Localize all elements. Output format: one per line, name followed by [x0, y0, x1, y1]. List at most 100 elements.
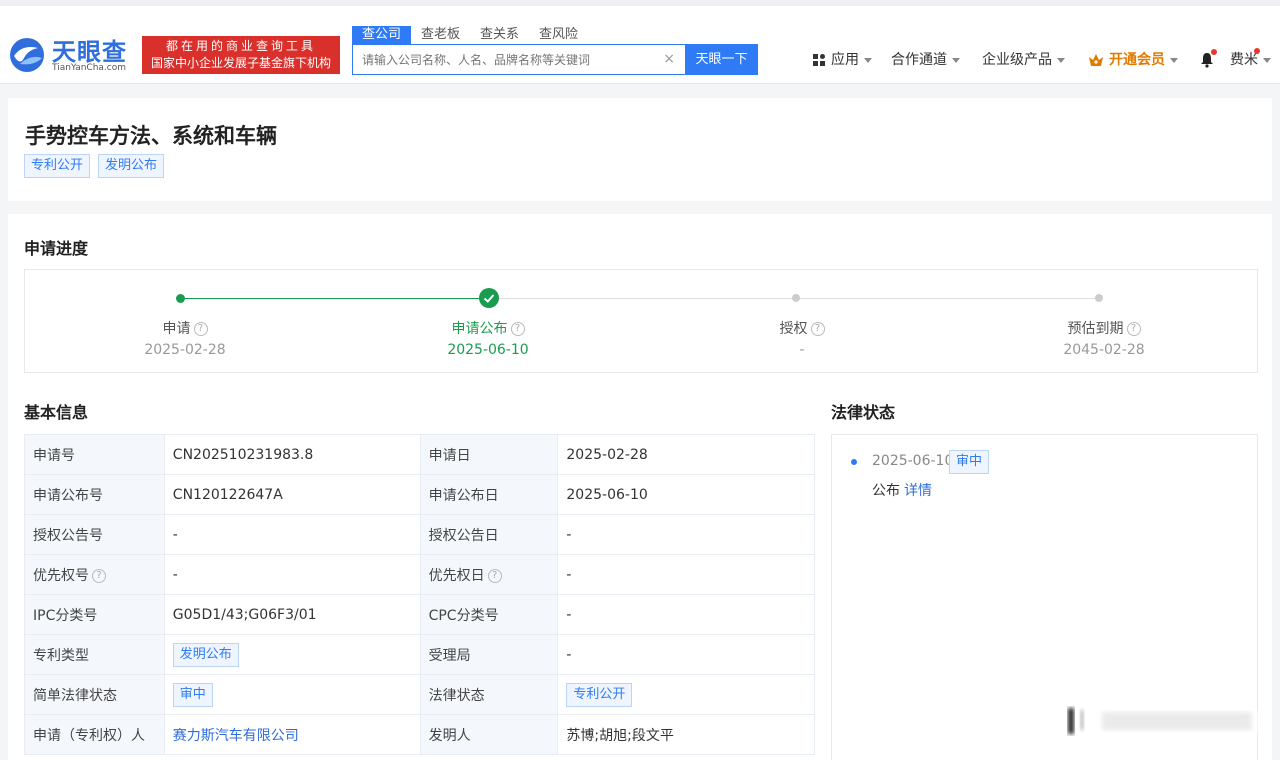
bell-icon — [1200, 49, 1217, 68]
field-label: 授权公告日 — [419, 514, 559, 555]
slogan-banner: 都在用的商业查询工具 国家中小企业发展子基金旗下机构 — [142, 36, 340, 74]
help-icon[interactable]: ? — [193, 322, 208, 336]
table-row: 简单法律状态 审中 法律状态 专利公开 — [24, 674, 815, 715]
user-menu[interactable]: 费米 — [1230, 50, 1271, 70]
cpc-class: - — [557, 594, 815, 635]
nav-apps-label: 应用 — [831, 52, 859, 68]
slogan-line-1: 都在用的商业查询工具 — [165, 39, 316, 53]
legal-status-badge: 审中 — [949, 450, 990, 474]
step-publish-date: 2025-06-10 — [447, 342, 529, 358]
field-label: IPC分类号 — [24, 594, 165, 635]
field-label: 申请公布号 — [24, 474, 165, 515]
nav-enterprise-label: 企业级产品 — [982, 52, 1052, 68]
apps-grid-icon — [813, 53, 826, 67]
title-tags: 专利公开 发明公布 — [24, 154, 165, 178]
main-card: 申请进度 申请? 2025-02-28 申请公布? 2025-06-10 授权?… — [8, 214, 1272, 760]
search-input[interactable] — [353, 45, 653, 74]
priority-date: - — [557, 554, 815, 595]
notifications[interactable] — [1200, 49, 1217, 70]
table-row: 申请号 CN202510231983.8 申请日 2025-02-28 — [24, 434, 815, 475]
grant-number: - — [163, 514, 421, 555]
table-row: 授权公告号 - 授权公告日 - — [24, 514, 815, 555]
tab-search-risk[interactable]: 查风险 — [529, 26, 588, 44]
field-label: 授权公告号 — [24, 514, 165, 555]
tag-invention-publish: 发明公布 — [98, 154, 165, 178]
nav-enterprise[interactable]: 企业级产品 — [982, 50, 1065, 70]
field-label: 法律状态 — [419, 674, 559, 715]
user-notification-dot — [1254, 48, 1260, 54]
field-label: 申请号 — [24, 434, 165, 475]
chevron-down-icon — [864, 57, 872, 63]
site-logo[interactable]: 天眼查 TianYanCha.com — [8, 30, 136, 74]
tab-search-relation[interactable]: 查关系 — [470, 26, 529, 44]
applicant-cell: 赛力斯汽车有限公司 — [163, 714, 421, 755]
field-label: 申请公布日 — [419, 474, 559, 515]
user-name: 费米 — [1230, 52, 1258, 68]
help-icon[interactable]: ? — [92, 568, 106, 583]
field-label: 简单法律状态 — [24, 674, 165, 715]
chevron-down-icon — [952, 57, 960, 63]
help-icon[interactable]: ? — [487, 568, 502, 583]
help-icon[interactable]: ? — [510, 322, 525, 336]
patent-type-tag: 发明公布 — [172, 642, 239, 667]
clear-icon[interactable]: × — [663, 51, 675, 67]
legal-status-title: 法律状态 — [831, 403, 896, 422]
publication-date: 2025-06-10 — [557, 474, 815, 515]
nav-channel[interactable]: 合作通道 — [891, 50, 960, 70]
tag-patent-public: 专利公开 — [24, 154, 91, 178]
legal-status-cell: 专利公开 — [557, 674, 815, 715]
legal-status-desc: 公布 — [872, 483, 900, 499]
field-label: 申请（专利权）人 — [24, 714, 165, 755]
tab-search-boss[interactable]: 查老板 — [411, 26, 470, 44]
step-dot-apply — [176, 294, 185, 303]
title-card: 手势控车方法、系统和车辆 专利公开 发明公布 — [8, 98, 1272, 201]
step-grant-date: - — [799, 342, 805, 358]
step-apply: 申请? 2025-02-28 — [105, 318, 265, 358]
progress-line-done — [181, 298, 489, 299]
field-label: 受理局 — [419, 634, 559, 675]
application-date: 2025-02-28 — [557, 434, 815, 475]
field-label: 优先权日 — [428, 567, 485, 584]
field-label: 申请日 — [419, 434, 559, 475]
table-row: 申请公布号 CN120122647A 申请公布日 2025-06-10 — [24, 474, 815, 515]
step-dot-expire — [1095, 294, 1103, 302]
application-number: CN202510231983.8 — [163, 434, 421, 475]
detail-link[interactable]: 详情 — [904, 483, 932, 499]
search-tabs: 查公司 查老板 查关系 查风险 — [352, 26, 588, 44]
help-icon[interactable]: ? — [810, 322, 825, 336]
logo-subtext: TianYanCha.com — [52, 63, 127, 73]
publication-number: CN120122647A — [163, 474, 421, 515]
search-box: × — [352, 44, 686, 75]
nav-apps[interactable]: 应用 — [813, 50, 872, 70]
step-publish: 申请公布? 2025-06-10 — [408, 318, 568, 358]
inventors: 苏博;胡旭;段文平 — [557, 714, 815, 755]
help-icon[interactable]: ? — [1126, 322, 1141, 336]
step-apply-date: 2025-02-28 — [144, 342, 226, 358]
field-label-with-help: 优先权号? — [24, 554, 165, 595]
tab-search-company[interactable]: 查公司 — [352, 26, 412, 44]
step-grant-name: 授权 — [779, 321, 808, 337]
applicant-link[interactable]: 赛力斯汽车有限公司 — [173, 728, 299, 744]
progress-timeline: 申请? 2025-02-28 申请公布? 2025-06-10 授权? - 预估… — [24, 269, 1258, 373]
ipc-class: G05D1/43;G06F3/01 — [163, 594, 421, 635]
table-row: IPC分类号 G05D1/43;G06F3/01 CPC分类号 - — [24, 594, 815, 635]
check-icon — [479, 288, 499, 308]
table-row: 优先权号? - 优先权日? - — [24, 554, 815, 595]
patent-type-cell: 发明公布 — [163, 634, 421, 675]
step-apply-name: 申请 — [162, 321, 191, 337]
legal-status-entry: 公布 详情 — [872, 480, 932, 500]
tianyancha-logo-icon — [10, 38, 44, 72]
field-label-with-help: 优先权日? — [419, 554, 559, 595]
nav-vip-label: 开通会员 — [1109, 52, 1165, 68]
legal-status-date: 2025-06-10 — [872, 453, 954, 469]
nav-vip[interactable]: 开通会员 — [1088, 50, 1178, 70]
timeline-dot — [851, 459, 857, 465]
step-expire-date: 2045-02-28 — [1063, 342, 1145, 358]
field-label: 优先权号 — [33, 567, 89, 584]
page-title: 手势控车方法、系统和车辆 — [25, 124, 277, 148]
top-bar: 天眼查 TianYanCha.com 都在用的商业查询工具 国家中小企业发展子基… — [0, 0, 1280, 84]
step-expire: 预估到期? 2045-02-28 — [1024, 318, 1184, 358]
search-button[interactable]: 天眼一下 — [685, 44, 758, 75]
field-label: 发明人 — [419, 714, 559, 755]
field-label: CPC分类号 — [419, 594, 559, 635]
